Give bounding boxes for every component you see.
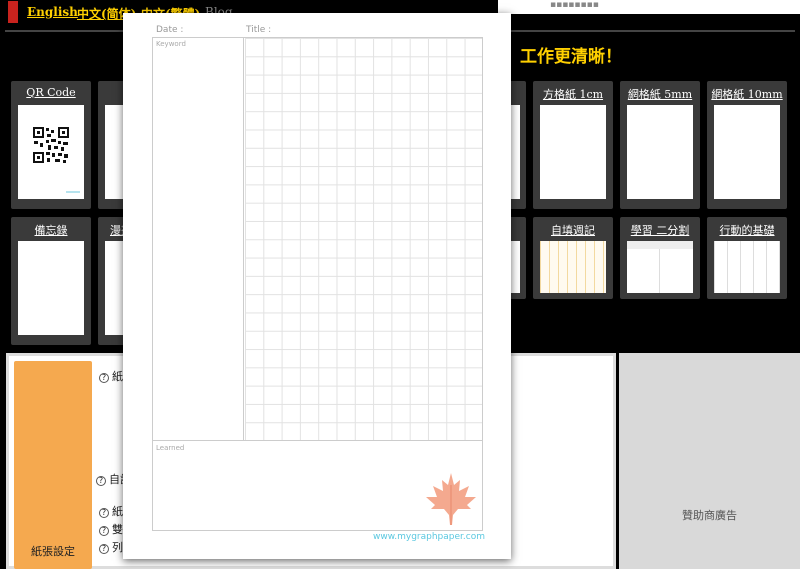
tile-label: 備忘錄 — [34, 224, 68, 237]
memo-thumbnail — [18, 241, 84, 335]
help-icon[interactable]: ? — [99, 544, 109, 554]
weekly-diary-thumbnail — [540, 241, 606, 293]
setting-option-label: 紙 — [112, 370, 123, 383]
help-icon[interactable]: ? — [99, 526, 109, 536]
setting-option-label: 紙 — [112, 505, 123, 518]
maple-leaf-icon — [426, 473, 476, 525]
tile-label: 行動的基礎 — [719, 224, 775, 237]
tile-grid-5mm[interactable]: 網格紙 5mm — [620, 81, 700, 209]
setting-option-label: 雙 — [112, 523, 123, 536]
grid-10mm-thumbnail — [714, 105, 780, 199]
qr-code-thumbnail — [18, 105, 84, 199]
keyword-column: Keyword — [153, 38, 244, 440]
help-icon[interactable]: ? — [99, 373, 109, 383]
lang-english-link[interactable]: English — [27, 5, 78, 19]
keyword-label: Keyword — [156, 40, 186, 48]
setting-option-label: 列 — [112, 541, 123, 554]
paper-settings-label: 紙張設定 — [31, 545, 75, 558]
help-icon[interactable]: ? — [99, 508, 109, 518]
preview-title-label: Title : — [246, 25, 272, 35]
tile-weekly-diary[interactable]: 自填週記 — [533, 217, 613, 299]
tile-label: 自填週記 — [551, 224, 595, 237]
action-basics-thumbnail — [714, 241, 780, 293]
tile-action-basics[interactable]: 行動的基礎 — [707, 217, 787, 299]
paper-preview-popup[interactable]: Date : Title : Keyword Learned www.mygra… — [123, 13, 511, 559]
paper-settings-tab[interactable]: 紙張設定 — [14, 361, 92, 569]
website-url[interactable]: www.mygraphpaper.com — [373, 532, 485, 542]
tile-graph-1cm[interactable]: 方格紙 1cm — [533, 81, 613, 209]
brand-mark — [8, 1, 18, 23]
qr-code-icon — [33, 127, 80, 193]
grid-5mm-thumbnail — [627, 105, 693, 199]
help-icon[interactable]: ? — [96, 476, 106, 486]
learned-label: Learned — [156, 444, 185, 452]
setting-option-double[interactable]: ? 雙 — [99, 521, 123, 537]
tile-qr-code[interactable]: QR Code — [11, 81, 91, 209]
preview-date-label: Date : — [156, 25, 184, 35]
sponsor-panel: 贊助商廣告 — [619, 353, 800, 569]
tile-memo[interactable]: 備忘錄 — [11, 217, 91, 345]
setting-option-paper-2[interactable]: ? 紙 — [99, 503, 123, 519]
setting-option-paper[interactable]: ? 紙 — [99, 368, 123, 384]
sponsor-label: 贊助商廣告 — [682, 509, 737, 522]
tile-label: 網格紙 5mm — [627, 88, 693, 101]
setting-option-column[interactable]: ? 列 — [99, 539, 123, 555]
notes-grid — [245, 38, 482, 440]
tile-label: 學習 二分割 — [630, 224, 690, 237]
tile-label: QR Code — [26, 86, 76, 99]
graph-1cm-thumbnail — [540, 105, 606, 199]
tile-study-split[interactable]: 學習 二分割 — [620, 217, 700, 299]
preview-frame: Keyword Learned — [152, 37, 483, 531]
header-banner-text: ▪▪▪▪▪▪▪▪ — [550, 0, 599, 10]
tile-label: 網格紙 10mm — [711, 88, 783, 101]
split-divider — [659, 249, 660, 293]
tile-label: 方格紙 1cm — [542, 88, 604, 101]
study-split-thumbnail — [627, 241, 693, 293]
header-banner: ▪▪▪▪▪▪▪▪ — [498, 0, 800, 14]
tile-grid-10mm[interactable]: 網格紙 10mm — [707, 81, 787, 209]
